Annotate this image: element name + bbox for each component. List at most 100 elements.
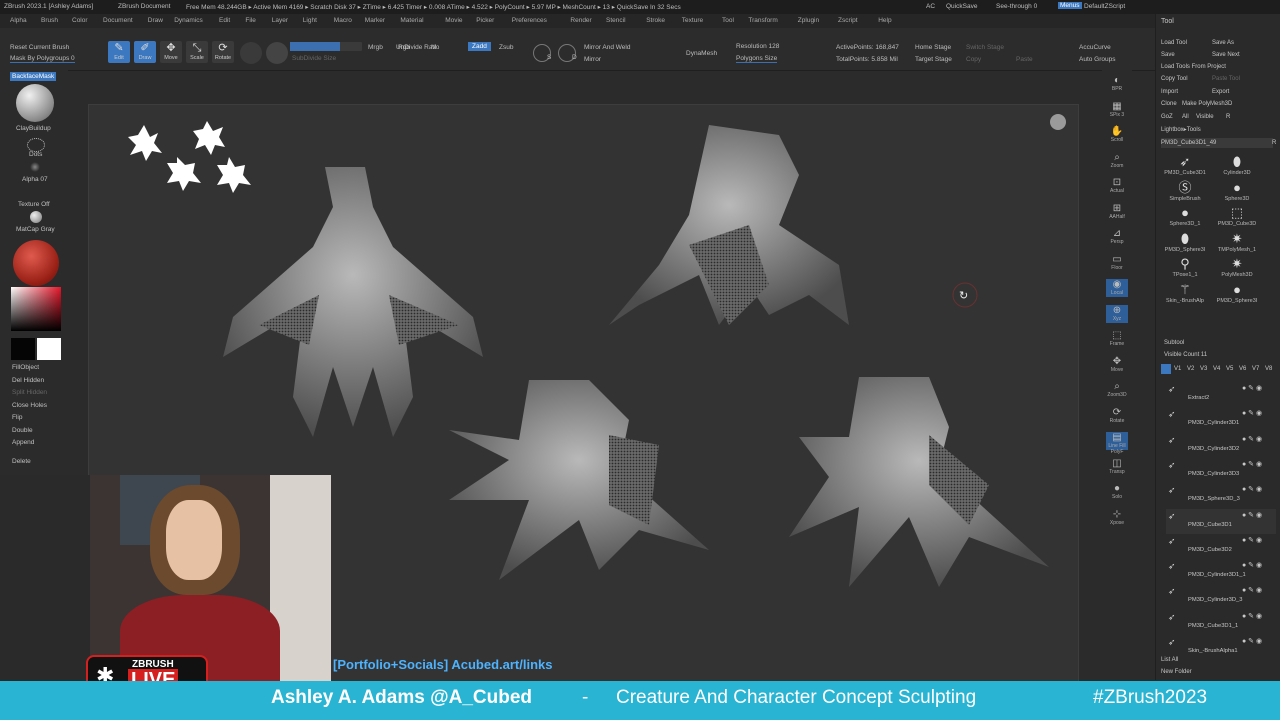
frame-button[interactable]: ⬚ Frame: [1106, 330, 1128, 348]
dynamesh-button[interactable]: DynaMesh: [686, 50, 717, 57]
mask-polygroups-slider[interactable]: Mask By Polygroups 0: [10, 55, 75, 63]
menu-tool[interactable]: Tool: [722, 17, 734, 24]
split-hidden-button[interactable]: Split Hidden: [12, 389, 47, 396]
subtool-item[interactable]: ➶ ● ✎ ◉ PM3D_Sphere3D_3: [1166, 483, 1276, 508]
current-tool-r-button[interactable]: R: [1272, 138, 1276, 148]
subtool-visibility-icon[interactable]: ● ✎ ◉: [1242, 637, 1262, 645]
menu-light[interactable]: Light: [303, 17, 317, 24]
menu-draw[interactable]: Draw: [148, 17, 163, 24]
tool-thumbnail[interactable]: ⚲ TPose1_1: [1161, 256, 1209, 278]
close-holes-button[interactable]: Close Holes: [12, 402, 47, 409]
subtool-item[interactable]: ➶ ● ✎ ◉ PM3D_Cylinder3D3: [1166, 458, 1276, 483]
subtool-item[interactable]: ➶ ● ✎ ◉ Extract2: [1166, 382, 1276, 407]
copy-tool-button[interactable]: Copy Tool: [1161, 74, 1188, 84]
copy-stage-button[interactable]: Copy: [966, 56, 981, 63]
solo-button[interactable]: ● Solo: [1106, 483, 1128, 501]
subtool-version-v8[interactable]: V8: [1265, 364, 1272, 374]
save-button[interactable]: Save: [1161, 50, 1175, 60]
aahalf-button[interactable]: ⊞ AAHalf: [1106, 203, 1128, 221]
polygons-size-slider[interactable]: Polygons Size: [736, 55, 778, 63]
menu-help[interactable]: Help: [878, 17, 891, 24]
visible-count-slider[interactable]: Visible Count 11: [1164, 350, 1207, 360]
list-all-button[interactable]: List All: [1161, 655, 1178, 665]
see-through-slider[interactable]: See-through 0: [996, 3, 1037, 10]
persp-button[interactable]: ⊿ Persp: [1106, 228, 1128, 246]
subtool-item[interactable]: ➶ ● ✎ ◉ PM3D_Cylinder3D_3: [1166, 584, 1276, 609]
rotate-button[interactable]: ⟳ Rotate: [1106, 407, 1128, 425]
switch-stage-button[interactable]: Switch Stage: [966, 44, 1004, 51]
move-button[interactable]: ✥ Move: [1106, 356, 1128, 374]
backface-mask-button[interactable]: BackfaceMask: [10, 72, 57, 81]
secondary-color-swatch[interactable]: [11, 338, 35, 360]
save-as-button[interactable]: Save As: [1212, 38, 1234, 48]
tool-thumbnail[interactable]: ● PM3D_Sphere3I: [1213, 282, 1261, 304]
load-tool-button[interactable]: Load Tool: [1161, 38, 1187, 48]
xpose-button[interactable]: ⊹ Xpose: [1106, 509, 1128, 527]
lightbox-tools-button[interactable]: Lightbox▸Tools: [1161, 125, 1201, 135]
double-button[interactable]: Double: [12, 427, 33, 434]
menu-material[interactable]: Material: [400, 17, 423, 24]
local-button[interactable]: ◉ Local: [1106, 279, 1128, 297]
load-tools-from-project-button[interactable]: Load Tools From Project: [1161, 62, 1226, 72]
edit-button[interactable]: ✎ Edit: [108, 41, 130, 63]
subtool-item[interactable]: ➶ ● ✎ ◉ PM3D_Cube3D1: [1166, 508, 1276, 534]
paste-stage-button[interactable]: Paste: [1016, 56, 1033, 63]
tool-thumbnail[interactable]: ✷ TMPolyMesh_1: [1213, 231, 1261, 253]
color-sphere-icon[interactable]: [13, 240, 59, 286]
reset-brush-button[interactable]: Reset Current Brush: [10, 44, 69, 51]
home-stage-button[interactable]: Home Stage: [915, 44, 951, 51]
target-stage-button[interactable]: Target Stage: [915, 56, 952, 63]
import-button[interactable]: Import: [1161, 87, 1178, 97]
subtool-visibility-icon[interactable]: ● ✎ ◉: [1242, 561, 1262, 569]
make-polymesh3d-button[interactable]: Make PolyMesh3D: [1182, 99, 1232, 109]
mirror-and-weld-button[interactable]: Mirror And Weld: [584, 44, 630, 51]
flip-button[interactable]: Flip: [12, 414, 22, 421]
m-button[interactable]: M: [431, 44, 436, 51]
subtool-version-v6[interactable]: V6: [1239, 364, 1246, 374]
menu-transform[interactable]: Transform: [748, 17, 777, 24]
current-tool-slider[interactable]: PM3D_Cube3D1_49: [1161, 138, 1273, 148]
subtool-visibility-icon[interactable]: ● ✎ ◉: [1242, 612, 1262, 620]
quicksave-button[interactable]: QuickSave: [946, 3, 977, 10]
subtool-visibility-icon[interactable]: ● ✎ ◉: [1242, 485, 1262, 493]
material-preview-icon[interactable]: [266, 42, 288, 64]
resolution-slider[interactable]: Resolution 128: [736, 43, 779, 50]
tool-thumbnail[interactable]: Ⓢ SimpleBrush: [1161, 180, 1209, 202]
navigation-gizmo-icon[interactable]: [1050, 114, 1066, 130]
menu-file[interactable]: File: [245, 17, 255, 24]
subtool-visibility-icon[interactable]: ● ✎ ◉: [1242, 511, 1262, 519]
texture-name[interactable]: Texture Off: [18, 201, 50, 208]
menu-macro[interactable]: Macro: [334, 17, 352, 24]
tool-thumbnail[interactable]: ✷ PolyMesh3D: [1213, 256, 1261, 278]
append-button[interactable]: Append: [12, 439, 34, 446]
spix-3-button[interactable]: ▦ SPix 3: [1106, 101, 1128, 119]
subtool-version-v3[interactable]: V3: [1200, 364, 1207, 374]
export-button[interactable]: Export: [1212, 87, 1229, 97]
actual-button[interactable]: ⊡ Actual: [1106, 177, 1128, 195]
subtool-folder-icon[interactable]: [1161, 364, 1171, 374]
subtool-item[interactable]: ➶ ● ✎ ◉ PM3D_Cylinder3D1: [1166, 407, 1276, 432]
zadd-button[interactable]: Zadd: [468, 42, 491, 51]
brush-preview-icon[interactable]: [240, 42, 262, 64]
move-button[interactable]: ✥ Move: [160, 41, 182, 63]
menu-color[interactable]: Color: [72, 17, 88, 24]
tool-thumbnail[interactable]: ⬮ Cylinder3D: [1213, 154, 1261, 176]
menu-edit[interactable]: Edit: [219, 17, 230, 24]
tool-thumbnail[interactable]: ⬚ PM3D_Cube3D: [1213, 205, 1261, 227]
menu-zscript[interactable]: Zscript: [838, 17, 858, 24]
r-button[interactable]: R: [1226, 112, 1230, 122]
bpr-button[interactable]: ◐ BPR: [1106, 75, 1128, 93]
subtool-version-v7[interactable]: V7: [1252, 364, 1259, 374]
subtool-item[interactable]: ➶ ● ✎ ◉ PM3D_Cube3D2: [1166, 534, 1276, 559]
subdivide-size-slider[interactable]: [290, 42, 362, 51]
menu-preferences[interactable]: Preferences: [512, 17, 547, 24]
subtool-version-v1[interactable]: V1: [1174, 364, 1181, 374]
xyz-button[interactable]: ⊕ Xyz: [1106, 304, 1128, 323]
subtool-version-v5[interactable]: V5: [1226, 364, 1233, 374]
tool-thumbnail[interactable]: ● Sphere3D: [1213, 180, 1261, 202]
fillobject-button[interactable]: FillObject: [12, 364, 39, 371]
menu-layer[interactable]: Layer: [272, 17, 288, 24]
menu-render[interactable]: Render: [570, 17, 591, 24]
menu-document[interactable]: Document: [103, 17, 133, 24]
transp-button[interactable]: ◫ Transp: [1106, 458, 1128, 476]
